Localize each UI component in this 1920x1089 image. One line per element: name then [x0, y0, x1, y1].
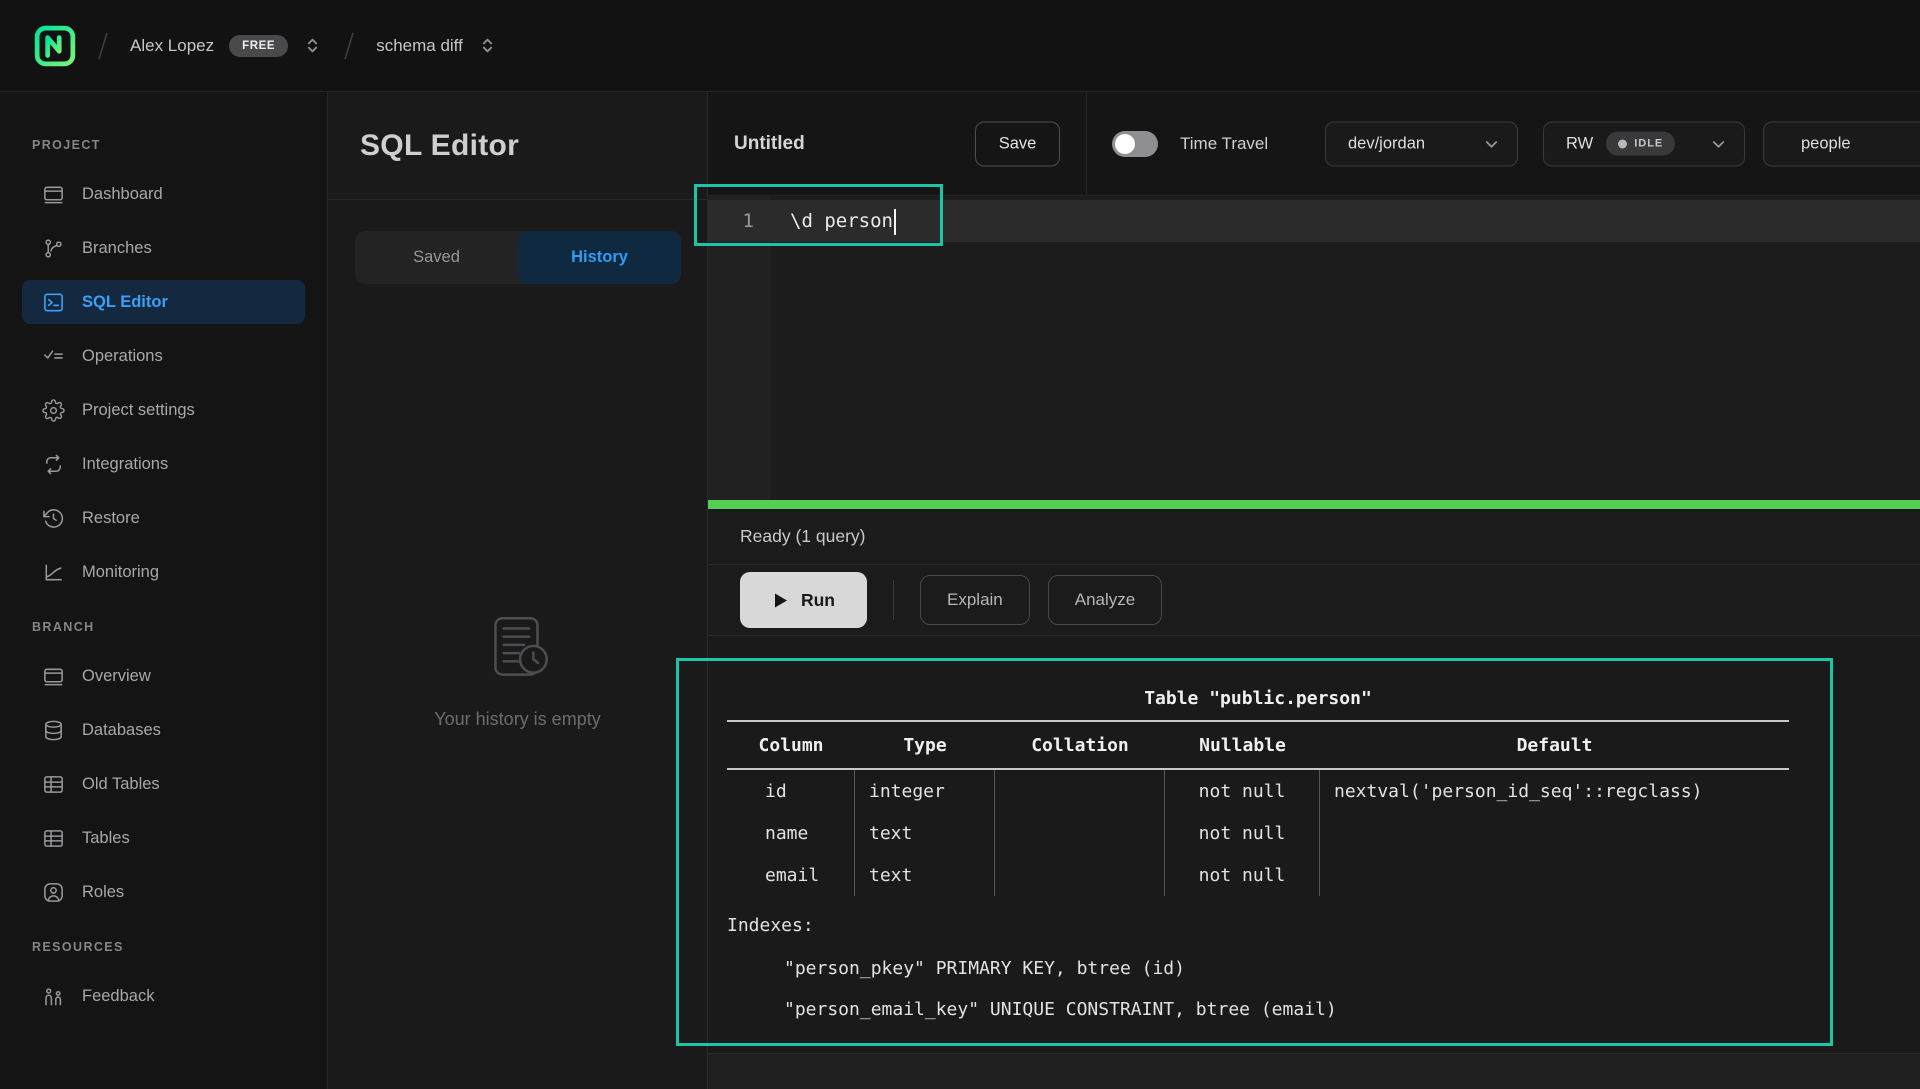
query-status-row: Ready (1 query)	[708, 509, 1920, 565]
play-icon	[772, 592, 789, 609]
status-dot-icon	[1618, 139, 1627, 148]
document-clock-icon	[479, 610, 557, 688]
sql-editor-panel: SQL Editor Saved History Your history is…	[328, 92, 708, 1089]
saved-history-tabs: Saved History	[355, 231, 681, 284]
result-header-row: Column Type Collation Nullable Default	[727, 722, 1789, 768]
branch-selector[interactable]: dev/jordan	[1325, 121, 1518, 166]
run-button[interactable]: Run	[740, 572, 867, 628]
app-root: Alex Lopez FREE schema diff PROJECT Dash…	[0, 0, 1920, 1089]
section-label-branch: BRANCH	[32, 620, 327, 640]
panel-header: SQL Editor	[328, 92, 707, 200]
breadcrumb-project[interactable]: schema diff	[376, 36, 497, 56]
chevron-down-icon	[1482, 134, 1501, 153]
gear-icon	[42, 399, 65, 422]
sidebar-item-operations[interactable]: Operations	[22, 334, 305, 378]
topbar: Alex Lopez FREE schema diff	[0, 0, 1920, 92]
checklist-icon	[42, 345, 65, 368]
sidebar-item-overview[interactable]: Overview	[22, 654, 305, 698]
people-icon	[42, 985, 65, 1008]
org-name: Alex Lopez	[130, 36, 214, 56]
sync-icon	[42, 453, 65, 476]
sidebar-item-old-tables[interactable]: Old Tables	[22, 762, 305, 806]
table-icon	[42, 827, 65, 850]
terminal-icon	[42, 291, 65, 314]
history-icon	[42, 507, 65, 530]
explain-button[interactable]: Explain	[920, 575, 1030, 625]
query-progress-bar	[708, 500, 1920, 509]
table-row: email text not null	[727, 854, 1789, 896]
user-badge-icon	[42, 881, 65, 904]
neon-logo[interactable]	[34, 25, 76, 67]
code-line: \d person	[790, 200, 896, 242]
chart-icon	[42, 561, 65, 584]
sidebar-item-branches[interactable]: Branches	[22, 226, 305, 270]
chevron-down-icon	[1709, 134, 1728, 153]
project-selector-icon[interactable]	[478, 36, 497, 55]
query-workspace: Untitled Save Time Travel dev/jordan RW …	[708, 92, 1920, 1089]
analyze-button[interactable]: Analyze	[1048, 575, 1162, 625]
database-icon	[42, 719, 65, 742]
line-number: 1	[708, 200, 754, 242]
org-selector-icon[interactable]	[303, 36, 322, 55]
query-actions: Run Explain Analyze	[708, 565, 1920, 636]
status-badge: IDLE	[1606, 132, 1675, 156]
table-row: id integer not null nextval('person_id_s…	[727, 770, 1789, 812]
sidebar-item-project-settings[interactable]: Project settings	[22, 388, 305, 432]
plan-badge: FREE	[229, 35, 288, 57]
database-selector[interactable]: people	[1763, 121, 1920, 166]
sidebar-item-sql-editor[interactable]: SQL Editor	[22, 280, 305, 324]
sidebar-item-tables[interactable]: Tables	[22, 816, 305, 860]
time-travel-toggle[interactable]	[1112, 131, 1158, 157]
sql-code-editor[interactable]: 1 \d person	[708, 196, 1920, 500]
sidebar-item-restore[interactable]: Restore	[22, 496, 305, 540]
compute-selector[interactable]: RW IDLE	[1543, 121, 1745, 166]
history-empty-state: Your history is empty	[328, 610, 707, 730]
sidebar-item-dashboard[interactable]: Dashboard	[22, 172, 305, 216]
index-line: "person_email_key" UNIQUE CONSTRAINT, bt…	[727, 989, 1789, 1030]
breadcrumb-org[interactable]: Alex Lopez FREE	[130, 35, 322, 57]
table-row: name text not null	[727, 812, 1789, 854]
save-button[interactable]: Save	[975, 121, 1060, 166]
breadcrumb-slash-icon	[92, 29, 114, 63]
sidebar-item-integrations[interactable]: Integrations	[22, 442, 305, 486]
result-table-title: Table "public.person"	[727, 678, 1789, 720]
results-footer	[708, 1053, 1920, 1089]
indexes-label: Indexes:	[727, 904, 1789, 948]
text-cursor	[894, 209, 897, 235]
sidebar: PROJECT Dashboard Branches SQL Editor Op…	[0, 92, 328, 1089]
index-line: "person_pkey" PRIMARY KEY, btree (id)	[727, 948, 1789, 989]
sidebar-item-monitoring[interactable]: Monitoring	[22, 550, 305, 594]
actions-divider	[893, 580, 894, 620]
history-empty-text: Your history is empty	[328, 709, 707, 730]
breadcrumb-slash-icon	[338, 29, 360, 63]
toolbar-divider	[1086, 92, 1087, 196]
page-title: SQL Editor	[360, 129, 519, 163]
section-label-project: PROJECT	[32, 138, 327, 158]
tab-history[interactable]: History	[518, 231, 681, 284]
git-branch-icon	[42, 237, 65, 260]
results-panel: Table "public.person" Column Type Collat…	[708, 636, 1920, 1089]
psql-output: Table "public.person" Column Type Collat…	[727, 678, 1789, 1030]
section-label-resources: RESOURCES	[32, 940, 327, 960]
toggle-knob	[1115, 134, 1135, 154]
browser-icon	[42, 183, 65, 206]
sidebar-item-roles[interactable]: Roles	[22, 870, 305, 914]
query-title: Untitled	[734, 133, 805, 155]
query-status-text: Ready (1 query)	[740, 526, 865, 547]
time-travel-label: Time Travel	[1180, 134, 1268, 154]
project-name: schema diff	[376, 36, 463, 56]
sidebar-item-feedback[interactable]: Feedback	[22, 974, 305, 1018]
tab-saved[interactable]: Saved	[355, 231, 518, 284]
table-icon	[42, 773, 65, 796]
query-toolbar: Untitled Save Time Travel dev/jordan RW …	[708, 92, 1920, 196]
sidebar-item-databases[interactable]: Databases	[22, 708, 305, 752]
browser-icon	[42, 665, 65, 688]
